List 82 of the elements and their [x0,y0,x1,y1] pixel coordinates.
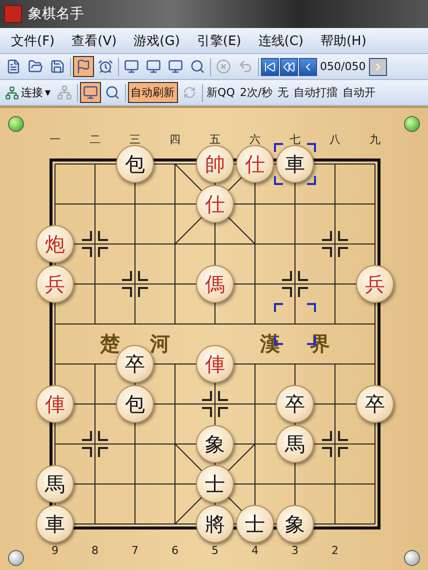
close-icon [216,59,231,74]
file-label: 8 [92,544,98,557]
chess-piece[interactable]: 卒 [276,385,314,423]
flag-icon [76,59,91,74]
first-move-button[interactable] [261,58,279,76]
menu-item[interactable]: 查看(V) [64,30,125,52]
file-label: 九 [370,132,380,147]
monitor-icon [168,59,183,74]
alarm-clock-icon [98,59,113,74]
status-text: 自动打擂 [292,85,339,100]
file-label: 八 [330,132,340,147]
file-label: 五 [210,132,220,147]
knob-icon [8,550,24,566]
app-icon [4,5,22,23]
chess-piece[interactable]: 傌 [196,265,234,303]
file-label: 5 [212,544,218,557]
file-label: 6 [172,544,178,557]
chess-piece[interactable]: 馬 [36,465,74,503]
menu-item[interactable]: 帮助(H) [312,30,374,52]
previous-button[interactable] [299,58,317,76]
search-icon [190,59,205,74]
knob-icon [404,550,420,566]
network-icon [5,86,19,100]
chess-piece[interactable]: 俥 [196,345,234,383]
file-label: 7 [132,544,138,557]
auto-refresh-button[interactable]: 自动刷新 [128,82,178,103]
chess-piece[interactable]: 兵 [36,265,74,303]
file-label: 3 [292,544,298,557]
status-text: 2次/秒 [238,85,274,100]
chess-piece[interactable]: 包 [116,145,154,183]
flag-button[interactable] [73,56,94,77]
chess-piece[interactable]: 士 [236,505,274,543]
status-text: 自动开 [342,85,377,100]
file-label: 四 [170,132,180,147]
chess-piece[interactable]: 仕 [236,145,274,183]
status-text: 无 [276,85,290,100]
chess-piece[interactable]: 包 [116,385,154,423]
chess-piece[interactable]: 兵 [356,265,394,303]
chess-piece[interactable]: 卒 [356,385,394,423]
monitor-icon [82,85,98,100]
window-title: 象棋名手 [28,5,84,23]
chess-piece[interactable]: 仕 [196,185,234,223]
search-icon [104,85,120,100]
new-file-icon [6,59,21,74]
undo-icon [238,59,253,74]
chess-piece[interactable]: 炮 [36,225,74,263]
move-counter: 050/050 [319,60,367,73]
chess-piece[interactable]: 車 [276,145,314,183]
status-text: 新QQ [206,85,236,100]
monitor-icon [124,59,139,74]
chess-piece[interactable]: 象 [276,505,314,543]
menu-item[interactable]: 游戏(G) [126,30,188,52]
file-label: 4 [252,544,258,557]
rewind-icon [283,60,295,72]
chess-piece[interactable]: 將 [196,505,234,543]
menu-item[interactable]: 连线(C) [250,30,312,52]
refresh-icon [182,86,196,99]
chess-piece[interactable]: 俥 [36,385,74,423]
menu-item[interactable]: 文件(F) [3,30,63,52]
connect-dropdown[interactable]: 连接 ▾ [3,85,53,100]
file-label: 9 [52,544,58,557]
file-label: 一 [50,132,60,147]
file-label: 三 [130,132,140,147]
chess-piece[interactable]: 馬 [276,425,314,463]
file-label: 七 [290,132,300,147]
menu-item[interactable]: 引擎(E) [188,30,250,52]
file-label: 2 [332,544,338,557]
file-label: 二 [90,132,100,147]
chess-piece[interactable]: 帥 [196,145,234,183]
save-icon [50,59,65,74]
skip-back-icon [264,60,276,72]
indicator-light-icon [404,116,420,132]
indicator-light-icon [8,116,24,132]
chess-piece[interactable]: 士 [196,465,234,503]
network-icon [56,85,72,100]
file-label: 六 [250,132,260,147]
chess-piece[interactable]: 象 [196,425,234,463]
folder-icon [28,59,43,74]
monitor-button[interactable] [80,82,101,103]
rewind-button[interactable] [280,58,298,76]
chess-piece[interactable]: 車 [36,505,74,543]
monitor-icon [146,59,161,74]
